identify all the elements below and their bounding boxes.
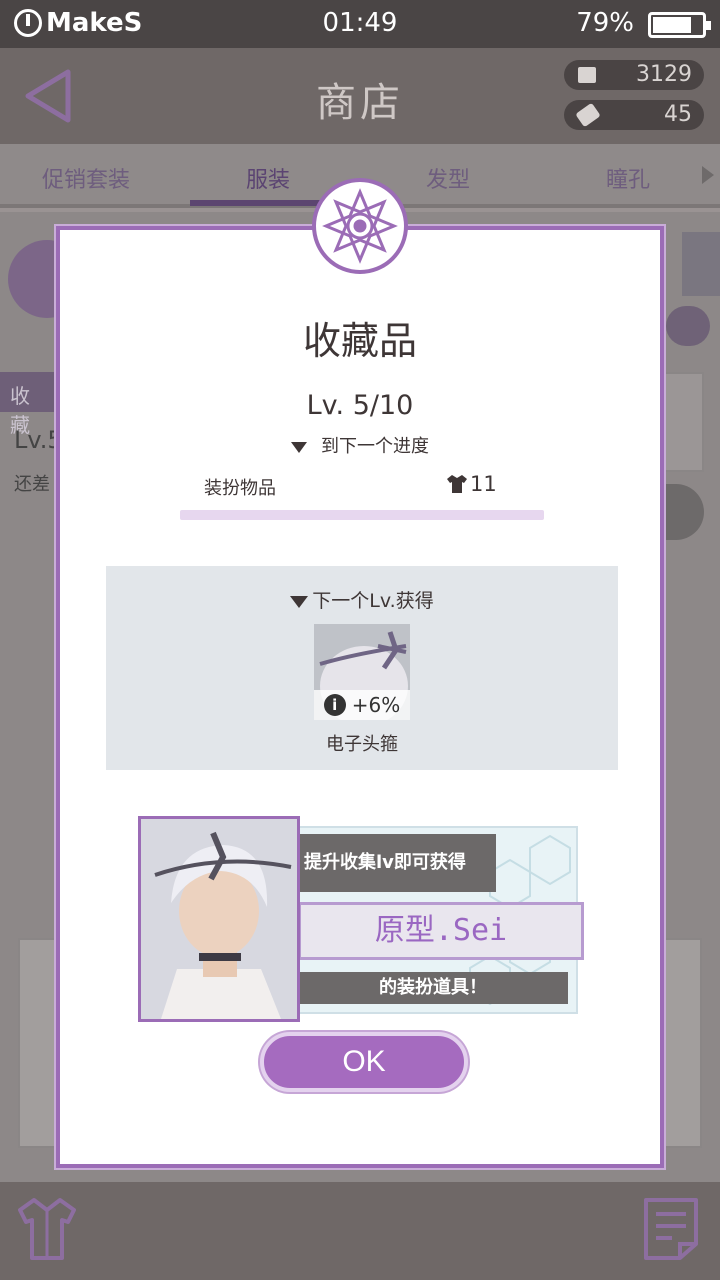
battery-fill [653, 17, 691, 33]
remaining-stub: 还差 [14, 474, 50, 495]
character-reward-banner: 提升收集lv即可获得 原型.Sei 的装扮道具！ [138, 816, 584, 1022]
tag-icon [575, 102, 601, 128]
memo-icon[interactable] [642, 1196, 700, 1262]
background-card-left [18, 938, 60, 1148]
dressup-items-count-value: 11 [470, 472, 497, 496]
next-level-reward-panel: 下一个Lv.获得 i +6% 电子头箍 [106, 566, 618, 770]
promo-line-2: 的装扮道具！ [298, 972, 568, 1004]
ok-button[interactable]: OK [260, 1032, 468, 1092]
currency-tag: 45 [564, 100, 704, 130]
help-icon [666, 306, 710, 346]
collection-progress-bar [180, 510, 544, 520]
currency-ticket: 3129 [564, 60, 704, 90]
collection-emblem [312, 178, 408, 274]
dressup-items-count: 11 [446, 472, 497, 496]
reward-item-bonus: i +6% [314, 690, 410, 720]
promo-line-1: 提升收集lv即可获得 [298, 834, 496, 892]
progress-caption-text: 到下一个进度 [321, 436, 429, 457]
background-card-right [660, 938, 702, 1148]
flower-emblem-icon [322, 188, 398, 264]
progress-caption: 到下一个进度 [60, 432, 660, 458]
shirt-small-icon [447, 475, 467, 493]
tab-hairstyle[interactable]: 发型 [426, 162, 470, 194]
reward-item-image: i +6% [314, 624, 410, 720]
reward-item-bonus-value: +6% [351, 693, 401, 717]
tab-scroll-right-icon[interactable] [702, 166, 714, 184]
dressup-items-label: 装扮物品 [204, 478, 276, 499]
dialog-title: 收藏品 [302, 319, 417, 363]
battery-icon [648, 12, 711, 38]
tab-pupil[interactable]: 瞳孔 [606, 162, 650, 194]
collection-tab-stub: 收藏 [0, 372, 58, 437]
currency-ticket-value: 3129 [636, 62, 692, 87]
triangle-down-icon [291, 441, 307, 453]
background-thumbnail [682, 232, 720, 296]
background-box [660, 372, 704, 472]
reward-item-name: 电子头箍 [326, 734, 398, 755]
character-illustration [141, 819, 297, 1019]
ticket-icon [578, 67, 596, 83]
tab-clothing[interactable]: 服装 [246, 162, 290, 194]
collection-dialog: 收藏品 Lv. 5/10 到下一个进度 装扮物品 11 下一个Lv.获得 i +… [56, 226, 664, 1168]
next-level-title-text: 下一个Lv.获得 [312, 590, 434, 612]
character-portrait [138, 816, 300, 1022]
status-bar: MakeS 01:49 79% [0, 0, 720, 48]
next-level-title: 下一个Lv.获得 [106, 586, 618, 613]
currency-tag-value: 45 [664, 102, 692, 127]
battery-percent: 79% [576, 8, 634, 38]
triangle-down-icon [290, 595, 309, 608]
bottom-bar [0, 1182, 720, 1280]
info-icon: i [323, 694, 346, 716]
collection-level: Lv. 5/10 [306, 390, 414, 421]
shirt-icon[interactable] [16, 1196, 78, 1262]
promo-character-name: 原型.Sei [298, 902, 584, 960]
tab-sale-sets[interactable]: 促销套装 [42, 162, 130, 194]
